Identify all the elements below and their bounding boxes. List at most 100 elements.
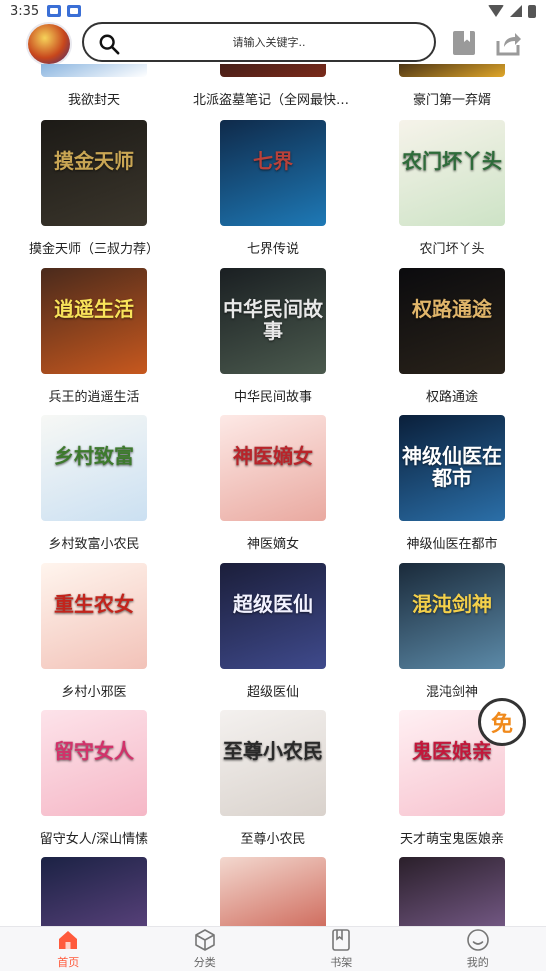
book-title: 摸金天师（三叔力荐）	[28, 242, 159, 257]
search-placeholder: 请输入关键字..	[232, 36, 306, 49]
status-time: 3:35	[10, 3, 40, 19]
share-icon[interactable]	[494, 29, 522, 57]
wifi-icon	[488, 5, 504, 17]
book-title: 权路通途	[425, 390, 478, 405]
book-cover: 神级仙医在都市	[399, 415, 505, 521]
cover-text: 留守女人	[54, 739, 134, 763]
cover-text: 乡村致富	[54, 444, 134, 468]
cover-text: 重生农女	[54, 592, 134, 616]
book-item[interactable]: 重生农女 乡村小邪医	[14, 563, 174, 700]
book-title: 留守女人/深山情愫	[39, 832, 149, 847]
book-item[interactable]: 农门坏丫头 农门坏丫头	[372, 120, 532, 257]
free-badge-button[interactable]: 免	[478, 698, 526, 746]
book-icon	[332, 929, 351, 951]
book-item[interactable]	[193, 857, 353, 926]
tab-label: 分类	[193, 956, 216, 969]
book-cover: 混沌剑神	[399, 563, 505, 669]
book-title: 神级仙医在都市	[406, 537, 498, 552]
book-item[interactable]: 七界 七界传说	[193, 120, 353, 257]
tab-home[interactable]: 首页	[0, 927, 137, 971]
book-cover: 神医嫡女	[220, 415, 326, 521]
book-cover	[399, 857, 505, 926]
book-title: 北派盗墓笔记（全网最快，...	[193, 93, 353, 108]
book-title: 我欲封天	[67, 93, 120, 108]
app-header: 请输入关键字..	[0, 20, 546, 64]
status-bar: 3:35	[0, 0, 546, 22]
book-cover: 农门坏丫头	[399, 120, 505, 226]
smile-icon	[466, 929, 489, 951]
tab-category[interactable]: 分类	[137, 927, 274, 971]
book-title: 兵王的逍遥生活	[48, 390, 140, 405]
cover-text: 中华民间故事	[223, 297, 323, 343]
home-icon	[59, 931, 78, 949]
cover-text: 鬼医娘亲	[412, 739, 492, 763]
book-cover	[399, 64, 505, 77]
book-cover: 中华民间故事	[220, 268, 326, 374]
book-title: 乡村致富小农民	[48, 537, 140, 552]
cover-text: 摸金天师	[54, 149, 134, 173]
book-cover: 重生农女	[41, 563, 147, 669]
book-item[interactable]: 我欲封天	[14, 64, 174, 108]
cover-text: 混沌剑神	[412, 592, 492, 616]
book-title: 神医嫡女	[246, 537, 299, 552]
search-bar[interactable]: 请输入关键字..	[82, 22, 436, 62]
bottom-nav: 首页 分类 书架 我的	[0, 926, 546, 971]
book-cover	[220, 64, 326, 77]
book-item[interactable]	[14, 857, 174, 926]
cover-text: 七界	[253, 149, 293, 173]
cube-icon	[194, 929, 215, 951]
book-item[interactable]: 豪门第一弃婿	[372, 64, 532, 108]
book-item[interactable]: 混沌剑神 混沌剑神	[372, 563, 532, 700]
app-notification-icon	[47, 5, 62, 17]
tab-bookshelf[interactable]: 书架	[273, 927, 410, 971]
book-title: 农门坏丫头	[419, 242, 485, 257]
book-item[interactable]: 权路通途 权路通途	[372, 268, 532, 405]
book-item[interactable]: 北派盗墓笔记（全网最快，...	[193, 64, 353, 108]
book-cover: 七界	[220, 120, 326, 226]
cover-text: 权路通途	[412, 297, 492, 321]
cover-text: 逍遥生活	[54, 297, 134, 321]
book-cover: 乡村致富	[41, 415, 147, 521]
cover-text: 神级仙医在都市	[402, 444, 502, 490]
battery-icon	[528, 4, 536, 18]
book-title: 天才萌宝鬼医娘亲	[399, 832, 504, 847]
book-title: 乡村小邪医	[61, 685, 127, 700]
app-logo[interactable]	[28, 24, 70, 64]
book-item[interactable]	[372, 857, 532, 926]
book-item[interactable]: 神级仙医在都市 神级仙医在都市	[372, 415, 532, 552]
book-grid: 我欲封天 北派盗墓笔记（全网最快，... 豪门第一弃婿 摸金天师摸金天师（三叔力…	[0, 64, 546, 926]
tab-label: 书架	[330, 956, 353, 969]
signal-icon	[510, 5, 522, 17]
book-title: 七界传说	[246, 242, 299, 257]
book-cover	[41, 64, 147, 77]
book-item[interactable]: 逍遥生活兵王的逍遥生活	[14, 268, 174, 405]
book-cover: 超级医仙	[220, 563, 326, 669]
cover-text: 农门坏丫头	[402, 149, 502, 173]
cover-text: 至尊小农民	[223, 739, 323, 763]
book-title: 中华民间故事	[233, 390, 312, 405]
book-title: 至尊小农民	[240, 832, 306, 847]
book-item[interactable]: 留守女人留守女人/深山情愫	[14, 710, 174, 847]
free-badge-label: 免	[490, 712, 513, 737]
book-cover: 至尊小农民	[220, 710, 326, 816]
book-item[interactable]: 中华民间故事 中华民间故事	[193, 268, 353, 405]
book-cover	[41, 857, 147, 926]
book-cover: 摸金天师	[41, 120, 147, 226]
book-item[interactable]: 神医嫡女 神医嫡女	[193, 415, 353, 552]
book-cover	[220, 857, 326, 926]
book-item[interactable]: 乡村致富乡村致富小农民	[14, 415, 174, 552]
search-icon	[99, 34, 120, 55]
cover-text: 神医嫡女	[233, 444, 313, 468]
book-item[interactable]: 摸金天师摸金天师（三叔力荐）	[14, 120, 174, 257]
book-title: 混沌剑神	[425, 685, 478, 700]
book-title: 超级医仙	[246, 685, 299, 700]
tab-mine[interactable]: 我的	[410, 927, 546, 971]
book-item[interactable]: 超级医仙 超级医仙	[193, 563, 353, 700]
book-cover: 逍遥生活	[41, 268, 147, 374]
book-cover: 权路通途	[399, 268, 505, 374]
bookmark-icon[interactable]	[450, 29, 478, 57]
tab-label: 我的	[466, 956, 489, 969]
book-item[interactable]: 至尊小农民 至尊小农民	[193, 710, 353, 847]
book-title: 豪门第一弃婿	[412, 93, 491, 108]
tab-label: 首页	[57, 956, 80, 969]
